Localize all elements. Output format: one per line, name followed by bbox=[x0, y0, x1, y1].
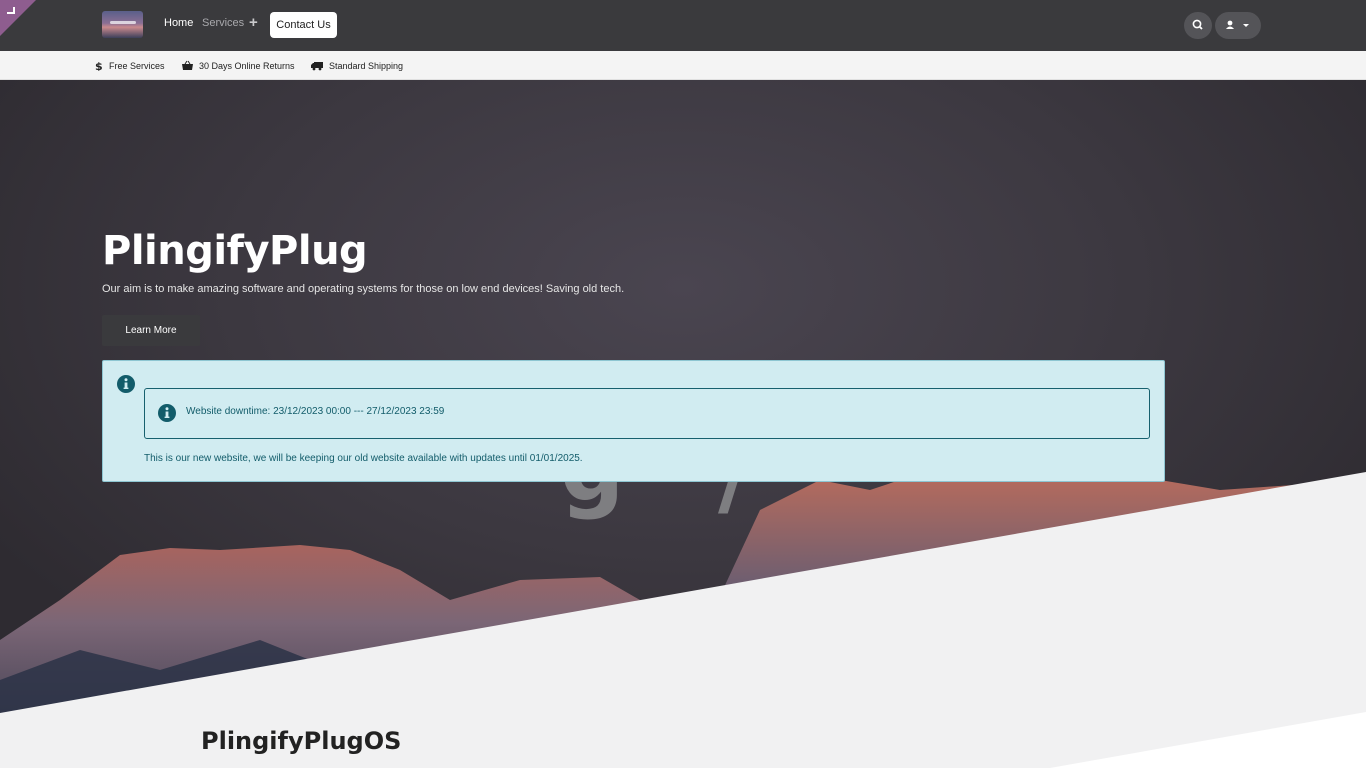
dollar-icon: $ bbox=[95, 60, 103, 71]
downtime-text: Website downtime: 23/12/2023 00:00 --- 2… bbox=[186, 406, 445, 417]
downtime-notice: Website downtime: 23/12/2023 00:00 --- 2… bbox=[144, 388, 1150, 439]
info-label: Standard Shipping bbox=[329, 60, 404, 71]
info-free-services: $ Free Services bbox=[95, 59, 165, 72]
nav-services[interactable]: Services bbox=[202, 17, 244, 29]
info-alert: Website downtime: 23/12/2023 00:00 --- 2… bbox=[102, 360, 1165, 482]
info-circle-icon bbox=[158, 404, 176, 422]
hero-section: g / PlingifyPlug Our aim is to make amaz… bbox=[0, 80, 1366, 768]
contact-us-button[interactable]: Contact Us bbox=[270, 12, 337, 38]
basket-icon bbox=[182, 60, 193, 70]
hero-title: PlingifyPlug bbox=[102, 228, 368, 274]
alert-message: This is our new website, we will be keep… bbox=[144, 453, 583, 464]
learn-more-button[interactable]: Learn More bbox=[102, 315, 200, 346]
site-logo[interactable] bbox=[102, 11, 143, 38]
user-menu-button[interactable] bbox=[1215, 12, 1261, 39]
info-bar: $ Free Services 30 Days Online Returns S… bbox=[0, 51, 1366, 80]
info-shipping: Standard Shipping bbox=[311, 59, 403, 72]
section-title: PlingifyPlugOS bbox=[201, 727, 402, 755]
editor-corner-icon[interactable] bbox=[0, 0, 36, 36]
nav-home[interactable]: Home bbox=[164, 17, 193, 29]
caret-down-icon bbox=[1243, 24, 1249, 27]
search-icon bbox=[1192, 19, 1203, 30]
info-label: 30 Days Online Returns bbox=[199, 60, 295, 71]
info-circle-icon bbox=[117, 375, 135, 393]
search-button[interactable] bbox=[1184, 12, 1212, 39]
top-navbar: Home Services + Contact Us bbox=[0, 0, 1366, 51]
nav-add-icon[interactable]: + bbox=[249, 14, 258, 31]
info-returns: 30 Days Online Returns bbox=[182, 59, 295, 72]
hero-subtitle: Our aim is to make amazing software and … bbox=[102, 283, 625, 295]
truck-icon bbox=[311, 62, 323, 71]
user-icon bbox=[1226, 20, 1234, 29]
info-label: Free Services bbox=[109, 60, 165, 71]
svg-text:$: $ bbox=[95, 60, 103, 71]
